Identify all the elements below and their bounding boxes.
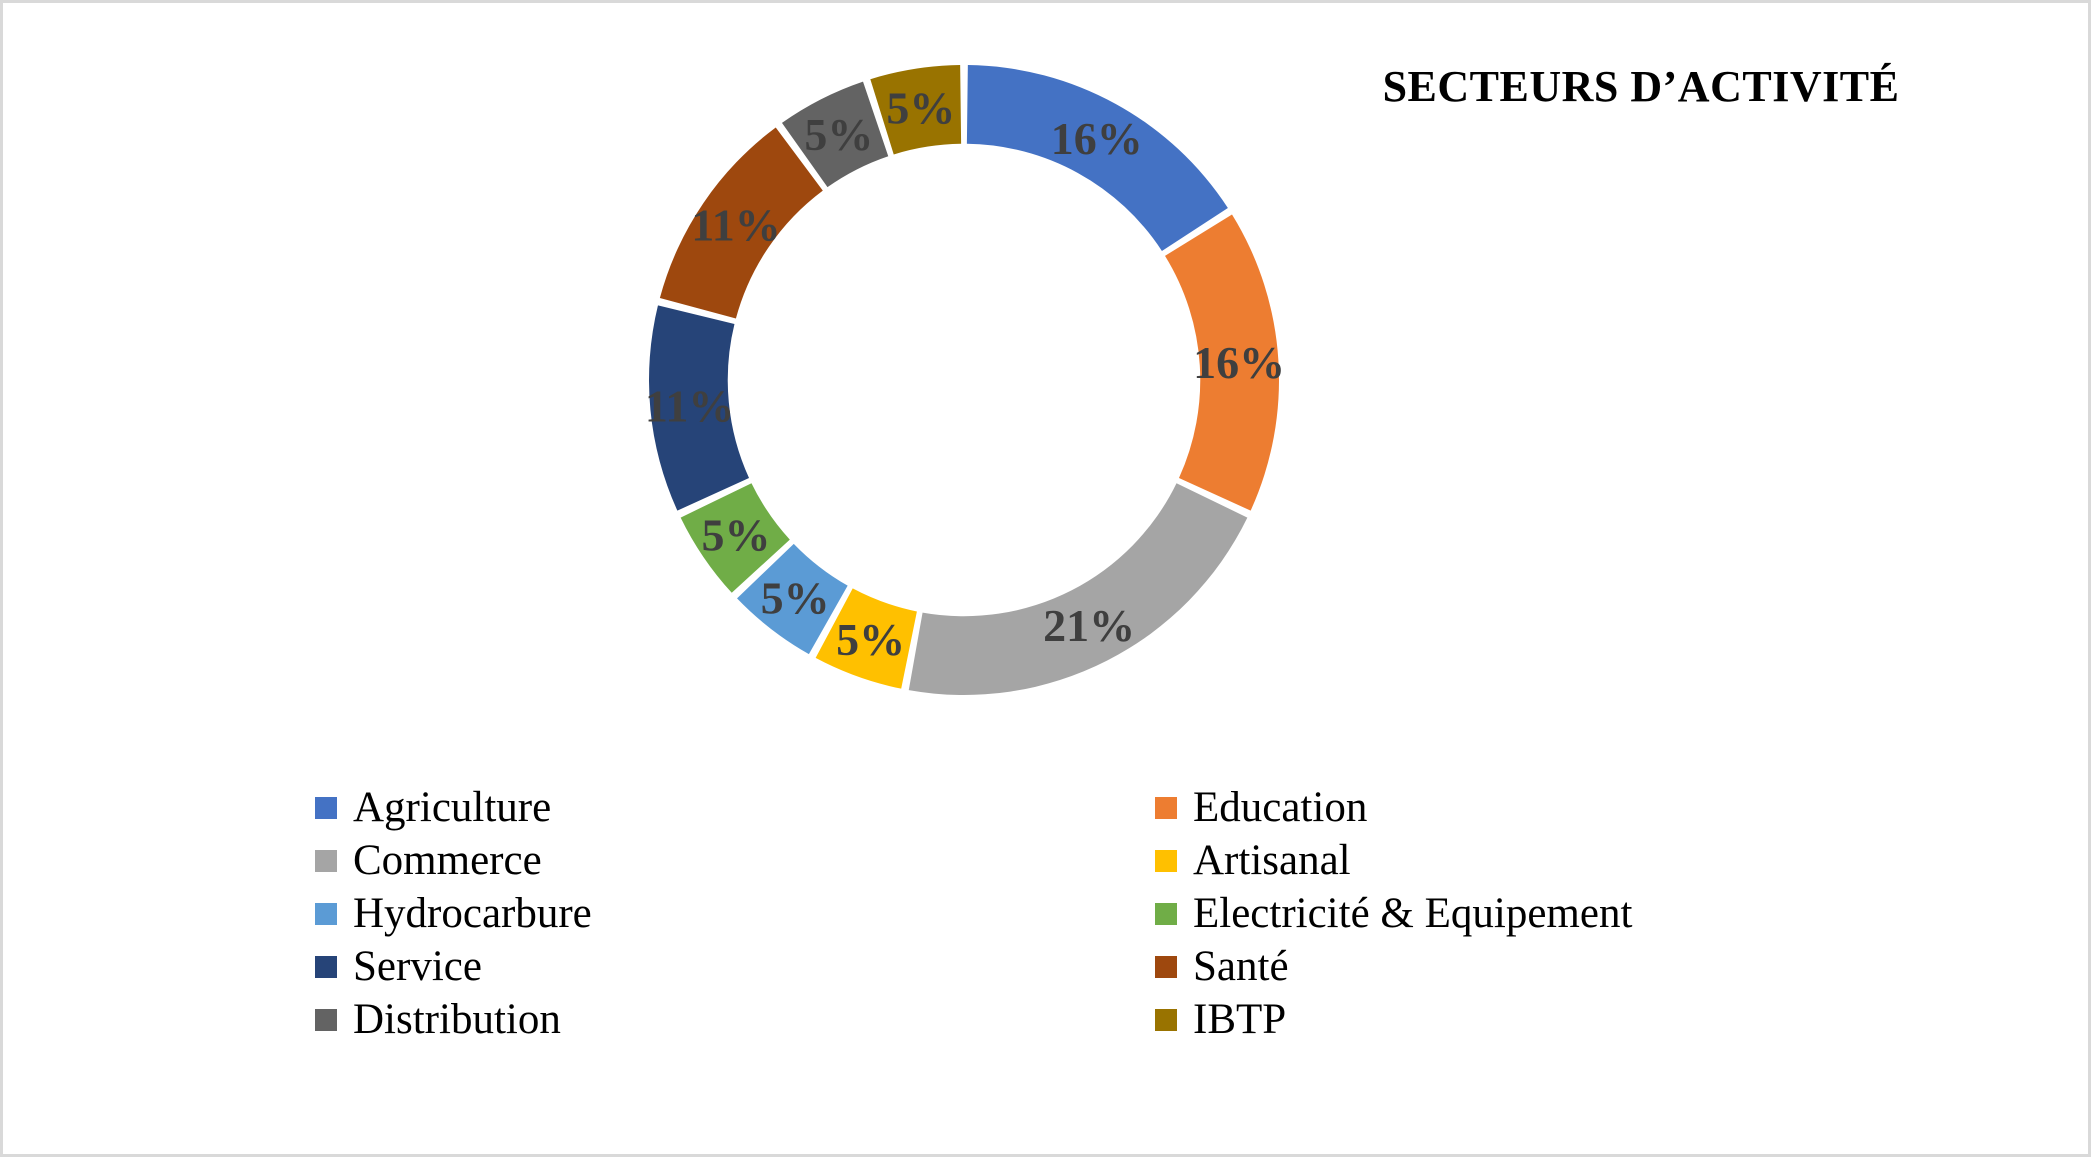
slice-percent-label: 5%	[761, 572, 830, 623]
legend-color-swatch-icon	[315, 1008, 337, 1031]
legend-item[interactable]: Service	[315, 940, 1155, 993]
pie-slice[interactable]	[908, 483, 1248, 695]
slice-percent-label: 5%	[836, 614, 905, 665]
doughnut-svg: 16%16%21%5%5%5%11%11%5%5%	[645, 65, 1285, 695]
doughnut-chart: 16% 16% 21% 5% 5% 5% 11% 11% 5% 5%	[645, 65, 1285, 695]
slice-percent-label: 21%	[1043, 600, 1135, 651]
legend-color-swatch-icon	[315, 955, 337, 978]
legend-item[interactable]: Artisanal	[1155, 834, 1815, 887]
slice-percent-label: 11%	[691, 200, 780, 251]
legend-color-swatch-icon	[1155, 796, 1177, 819]
slice-percent-label: 5%	[886, 82, 955, 133]
legend-item[interactable]: Commerce	[315, 834, 1155, 887]
legend-item[interactable]: Hydrocarbure	[315, 887, 1155, 940]
legend-color-swatch-icon	[315, 849, 337, 872]
legend-item[interactable]: Distribution	[315, 993, 1155, 1046]
legend-item-label: Artisanal	[1193, 837, 1351, 884]
legend-item[interactable]: Agriculture	[315, 781, 1155, 834]
slice-percent-label: 16%	[1193, 337, 1285, 388]
slice-percent-label: 11%	[645, 380, 734, 431]
legend-color-swatch-icon	[315, 796, 337, 819]
legend-item[interactable]: Education	[1155, 781, 1815, 834]
legend-color-swatch-icon	[1155, 955, 1177, 978]
legend-item[interactable]: IBTP	[1155, 993, 1815, 1046]
slices-group	[649, 65, 1279, 695]
slice-percent-label: 5%	[702, 509, 771, 560]
slice-percent-label: 5%	[804, 109, 873, 160]
legend-item-label: IBTP	[1193, 996, 1287, 1043]
legend-color-swatch-icon	[1155, 1008, 1177, 1031]
legend-item-label: Electricité & Equipement	[1193, 890, 1633, 937]
legend-color-swatch-icon	[1155, 902, 1177, 925]
legend-item-label: Service	[353, 943, 482, 990]
page-title: SECTEURS D’ACTIVITÉ	[1382, 62, 1900, 111]
chart-frame: SECTEURS D’ACTIVITÉ 16% 16% 21% 5% 5% 5% 11% 11…	[0, 0, 2091, 1157]
legend: Agriculture Education Commerce Artisanal Hyd…	[315, 781, 1815, 1046]
legend-item-label: Distribution	[353, 996, 561, 1043]
slice-percent-label: 16%	[1051, 113, 1143, 164]
legend-item[interactable]: Santé	[1155, 940, 1815, 993]
legend-item-label: Santé	[1193, 943, 1289, 990]
legend-item[interactable]: Electricité & Equipement	[1155, 887, 1815, 940]
legend-item-label: Agriculture	[353, 784, 552, 831]
legend-item-label: Commerce	[353, 837, 542, 884]
legend-item-label: Hydrocarbure	[353, 890, 592, 937]
legend-color-swatch-icon	[1155, 849, 1177, 872]
legend-color-swatch-icon	[315, 902, 337, 925]
legend-item-label: Education	[1193, 784, 1368, 831]
